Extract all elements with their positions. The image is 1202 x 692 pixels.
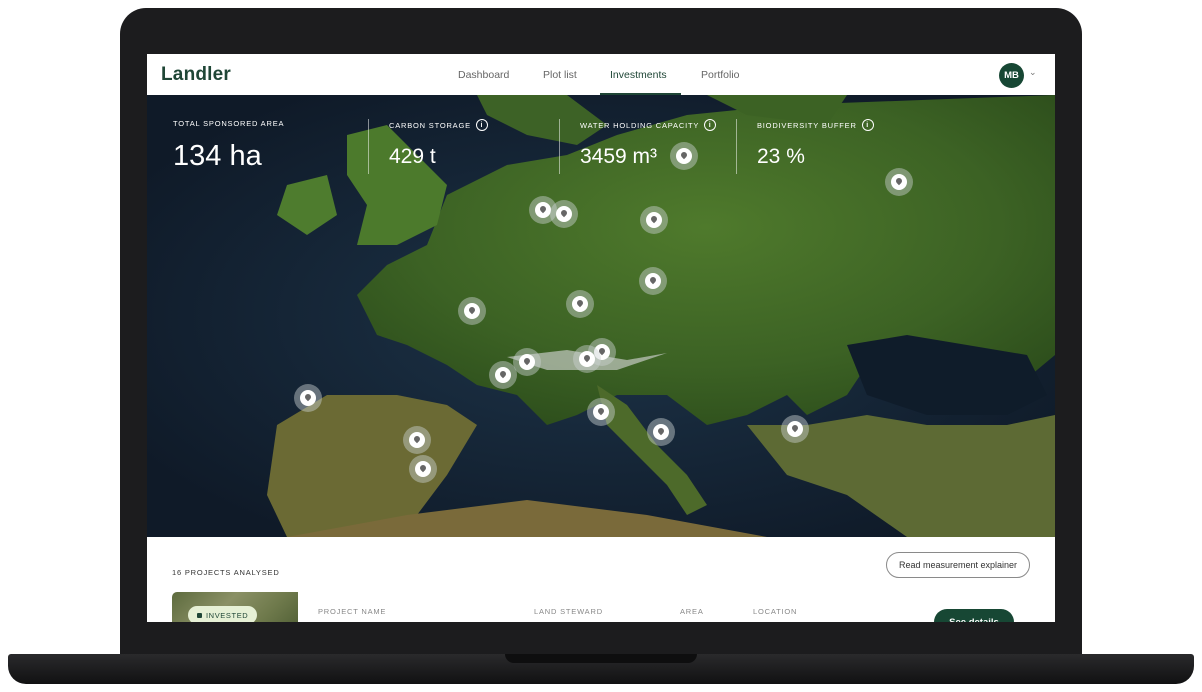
map-marker[interactable] (489, 361, 517, 389)
info-icon[interactable]: i (704, 119, 717, 131)
map-marker[interactable] (294, 384, 322, 412)
stat-biodiversity-buffer: BIODIVERSITY BUFFER i 23 % (757, 119, 874, 169)
stat-label: CARBON STORAGE (389, 120, 471, 130)
map-marker[interactable] (587, 398, 615, 426)
stat-label: WATER HOLDING CAPACITY (580, 120, 700, 130)
column-area: AREA (680, 607, 704, 616)
map-pin-icon (790, 423, 800, 433)
map-marker[interactable] (513, 348, 541, 376)
invested-badge-label: INVESTED (206, 610, 249, 620)
map-pin-icon (679, 150, 689, 160)
map-pin-icon (596, 406, 606, 416)
map-pin-icon (894, 176, 904, 186)
project-thumbnail[interactable]: INVESTED (172, 592, 298, 622)
column-location: LOCATION (753, 607, 798, 616)
measurement-explainer-button[interactable]: Read measurement explainer (886, 552, 1030, 578)
map-pin-icon (412, 434, 422, 444)
stat-value: 429 t (389, 145, 436, 168)
map-marker[interactable] (639, 267, 667, 295)
map-pin-icon (649, 214, 659, 224)
map-pin-icon (538, 204, 548, 214)
stat-carbon-storage: CARBON STORAGE i 429 t (389, 119, 488, 169)
nav-plot-list[interactable]: Plot list (543, 69, 577, 81)
info-icon[interactable]: i (861, 119, 874, 131)
lock-icon (197, 612, 202, 618)
column-project-name: PROJECT NAME (318, 607, 387, 616)
map-marker[interactable] (566, 290, 594, 318)
stat-divider (559, 119, 560, 174)
see-details-button[interactable]: See details (934, 609, 1014, 622)
map-pin-icon (559, 208, 569, 218)
info-icon[interactable]: i (475, 119, 488, 131)
stat-divider (736, 119, 737, 174)
map-marker[interactable] (403, 426, 431, 454)
map-pin-icon (467, 305, 477, 315)
projects-panel: 16 PROJECTS ANALYSED Read measurement ex… (147, 537, 1055, 622)
investments-map[interactable]: TOTAL SPONSORED AREA 134 ha CARBON STORA… (147, 95, 1055, 537)
top-nav: Landler Dashboard Plot list Investments … (147, 54, 1055, 96)
map-pin-icon (498, 369, 508, 379)
map-marker[interactable] (781, 415, 809, 443)
stat-value: 134 ha (173, 140, 262, 172)
column-land-steward: LAND STEWARD (534, 607, 603, 616)
user-avatar[interactable]: MB (999, 63, 1024, 88)
map-marker[interactable] (640, 206, 668, 234)
laptop-notch (505, 654, 697, 663)
map-pin-icon (582, 353, 592, 363)
map-marker[interactable] (550, 200, 578, 228)
app-screen: Landler Dashboard Plot list Investments … (147, 54, 1055, 622)
map-pin-icon (418, 463, 428, 473)
nav-investments[interactable]: Investments (610, 69, 667, 81)
nav-dashboard[interactable]: Dashboard (458, 69, 509, 81)
map-marker[interactable] (670, 142, 698, 170)
stat-total-sponsored-area: TOTAL SPONSORED AREA 134 ha (173, 119, 284, 173)
stat-value: 23 % (757, 145, 805, 168)
nav-portfolio[interactable]: Portfolio (701, 69, 740, 81)
map-marker[interactable] (409, 455, 437, 483)
stat-label: BIODIVERSITY BUFFER (757, 120, 857, 130)
chevron-down-icon[interactable]: ⌄ (1029, 67, 1037, 78)
map-marker[interactable] (458, 297, 486, 325)
map-marker[interactable] (647, 418, 675, 446)
map-marker[interactable] (885, 168, 913, 196)
stat-label: TOTAL SPONSORED AREA (173, 119, 285, 128)
stat-divider (368, 119, 369, 174)
map-pin-icon (522, 356, 532, 366)
map-pin-icon (575, 298, 585, 308)
projects-count: 16 PROJECTS ANALYSED (172, 568, 280, 577)
invested-badge: INVESTED (188, 606, 258, 622)
map-pin-icon (656, 426, 666, 436)
map-pin-icon (648, 275, 658, 285)
map-marker[interactable] (573, 345, 601, 373)
map-pin-icon (303, 392, 313, 402)
app-logo[interactable]: Landler (161, 64, 231, 86)
